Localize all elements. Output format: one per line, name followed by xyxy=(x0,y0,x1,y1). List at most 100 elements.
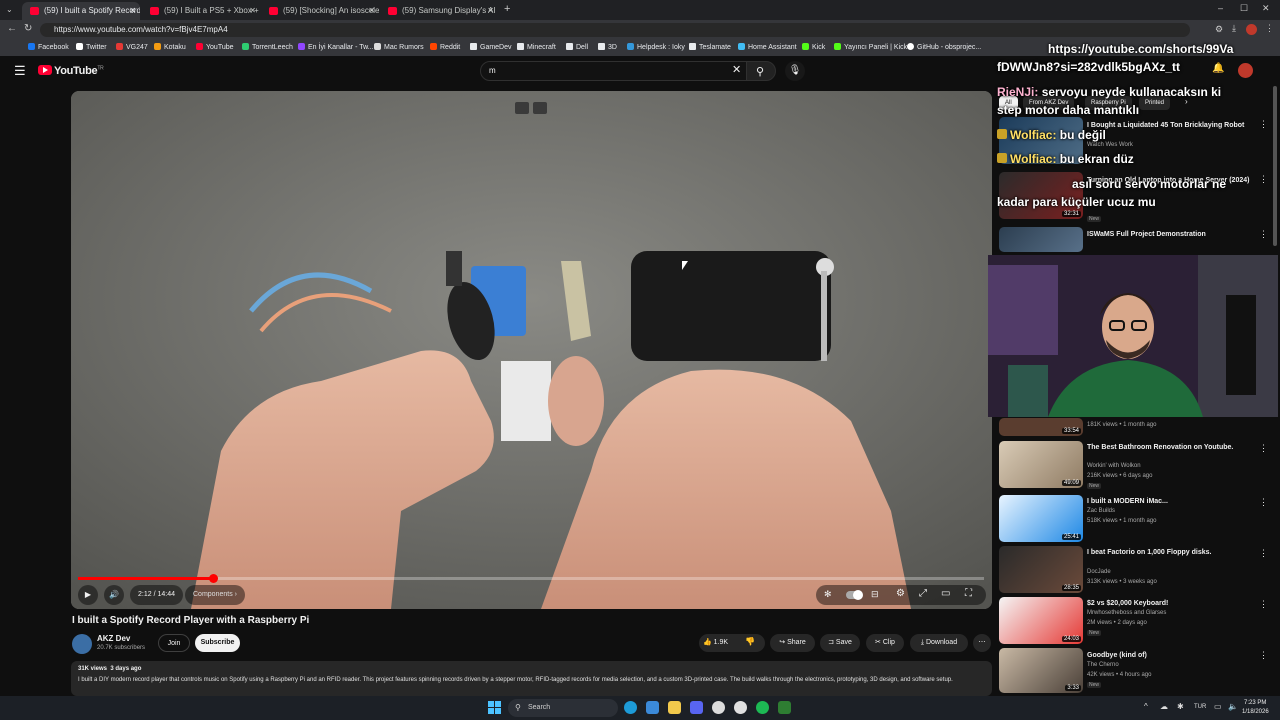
bookmark-mac-rumors[interactable]: Mac Rumors xyxy=(374,40,424,56)
ambient-icon[interactable] xyxy=(515,102,529,114)
subscribe-button[interactable]: Subscribe xyxy=(195,634,240,652)
browser-menu-icon[interactable]: ⋮ xyxy=(1265,23,1274,34)
more-actions-button[interactable]: ⋯ xyxy=(973,634,991,652)
download-icon[interactable]: ⤓ xyxy=(1232,23,1236,34)
back-icon[interactable]: ← xyxy=(7,23,17,34)
youtube-logo[interactable]: YouTubeTR xyxy=(38,65,104,77)
video-thumbnail[interactable]: 33:54 xyxy=(999,418,1083,436)
bookmark-torrentleech[interactable]: TorrentLeech xyxy=(242,40,293,56)
tab-1[interactable]: (59) I built a Spotify Record Player✕ xyxy=(22,2,140,20)
video-thumbnail[interactable] xyxy=(999,227,1083,252)
bookmark-home-assistant[interactable]: Home Assistant xyxy=(738,40,797,56)
bookmark-github[interactable]: GitHub - obsprojec... xyxy=(907,40,981,56)
video-channel[interactable]: The Cherno xyxy=(1087,661,1257,670)
tab-2[interactable]: (59) I Built a PS5 + Xbox + Switch✕ xyxy=(142,2,260,20)
more-vertical-icon[interactable]: ⋮ xyxy=(1259,119,1268,130)
settings-icon[interactable]: ⚙ xyxy=(896,588,905,599)
tray-volume-icon[interactable]: 🔈 xyxy=(1228,702,1238,711)
sidebar-video-7[interactable]: 28:35 I beat Factorio on 1,000 Floppy di… xyxy=(999,546,1274,596)
video-title[interactable]: The Best Bathroom Renovation on Youtube. xyxy=(1087,443,1257,452)
chapter-button[interactable]: Components › xyxy=(185,585,245,605)
channel-name[interactable]: AKZ Dev xyxy=(97,634,130,643)
start-button[interactable] xyxy=(488,701,502,715)
more-vertical-icon[interactable]: ⋮ xyxy=(1259,548,1268,559)
terminal-icon[interactable] xyxy=(646,701,659,714)
bookmark-vg247[interactable]: VG247 xyxy=(116,40,148,56)
stable-volume-icon[interactable]: ✻ xyxy=(824,589,832,600)
file-explorer-icon[interactable] xyxy=(668,701,681,714)
tray-display-icon[interactable]: ▭ xyxy=(1214,702,1222,711)
cast-icon[interactable] xyxy=(533,102,547,114)
bookmark-minecraft[interactable]: Minecraft xyxy=(517,40,556,56)
play-button[interactable]: ▶ xyxy=(78,585,98,605)
more-vertical-icon[interactable]: ⋮ xyxy=(1259,174,1268,185)
video-title[interactable]: I Bought a Liquidated 45 Ton Bricklaying… xyxy=(1087,121,1257,130)
bookmark-gamedev[interactable]: GameDev xyxy=(470,40,512,56)
more-vertical-icon[interactable]: ⋮ xyxy=(1259,599,1268,610)
bookmark-kick[interactable]: Kick xyxy=(802,40,825,56)
video-channel[interactable]: Workin' with Wolkon xyxy=(1087,462,1257,471)
sidebar-video-8[interactable]: 24:03 $2 vs $20,000 Keyboard! Mrwhosethe… xyxy=(999,597,1274,647)
account-avatar[interactable] xyxy=(1238,63,1253,78)
bookmark-kotaku[interactable]: Kotaku xyxy=(154,40,186,56)
new-tab-button[interactable]: + xyxy=(504,3,510,15)
tray-chevron-icon[interactable]: ^ xyxy=(1144,702,1148,711)
address-bar[interactable]: https://www.youtube.com/watch?v=fBjv4E7m… xyxy=(40,23,1190,37)
video-player[interactable]: ▶ 🔊 2:12 / 14:44 Components › ✻ ⊟ ⚙ ⤢ ▭ … xyxy=(71,91,992,609)
tab-3[interactable]: (59) [Shocking] An isosceles trian...✕ xyxy=(261,2,379,20)
progress-scrubber[interactable] xyxy=(209,574,218,583)
subtitles-icon[interactable]: ⊟ xyxy=(871,589,879,600)
like-button[interactable]: 👍 1.9K xyxy=(703,638,728,646)
video-thumbnail[interactable]: 49:09 xyxy=(999,441,1083,488)
spotify-icon[interactable] xyxy=(756,701,769,714)
bookmark-twitter[interactable]: Twitter xyxy=(76,40,107,56)
clear-search-icon[interactable]: ✕ xyxy=(732,63,741,76)
fullscreen-icon[interactable]: ⛶ xyxy=(965,588,972,599)
notifications-bell-icon[interactable]: 🔔 xyxy=(1212,63,1224,74)
video-channel[interactable]: Zac Builds xyxy=(1087,507,1257,516)
video-thumbnail[interactable]: 28:35 xyxy=(999,546,1083,593)
bookmark-en-iyi-kanallar[interactable]: En İyi Kanallar - Tw... xyxy=(298,40,374,56)
sidebar-video-5[interactable]: 49:09 The Best Bathroom Renovation on Yo… xyxy=(999,441,1274,491)
video-title[interactable]: $2 vs $20,000 Keyboard! xyxy=(1087,599,1257,608)
video-channel[interactable]: DocJade xyxy=(1087,568,1257,577)
bookmark-facebook[interactable]: Facebook xyxy=(28,40,69,56)
clock-time[interactable]: 7:23 PM xyxy=(1244,700,1266,706)
search-button[interactable]: ⚲ xyxy=(746,61,776,81)
more-vertical-icon[interactable]: ⋮ xyxy=(1259,443,1268,454)
close-tab-icon[interactable]: ✕ xyxy=(129,2,136,20)
bookmark-reddit[interactable]: Reddit xyxy=(430,40,460,56)
discord-icon[interactable] xyxy=(690,701,703,714)
video-thumbnail[interactable]: 3:33 xyxy=(999,648,1083,693)
join-button[interactable]: Join xyxy=(158,634,190,652)
taskbar-search[interactable]: ⚲ Search xyxy=(508,699,618,717)
dislike-button[interactable]: 👎 xyxy=(745,637,755,646)
voice-search-button[interactable]: 🎙 xyxy=(785,61,805,81)
obs-icon[interactable] xyxy=(712,701,725,714)
bookmark-yayinci-paneli[interactable]: Yayıncı Paneli | Kick xyxy=(834,40,907,56)
more-vertical-icon[interactable]: ⋮ xyxy=(1259,650,1268,661)
video-title[interactable]: I built a MODERN iMac... xyxy=(1087,497,1257,506)
edge-icon[interactable] xyxy=(624,701,637,714)
reload-icon[interactable]: ↻ xyxy=(24,23,32,34)
chrome-icon[interactable] xyxy=(734,701,747,714)
minimize-button[interactable]: – xyxy=(1218,3,1223,13)
autoplay-toggle[interactable] xyxy=(846,590,863,600)
save-button[interactable]: ⊐ Save xyxy=(820,634,860,652)
video-title[interactable]: I beat Factorio on 1,000 Floppy disks. xyxy=(1087,548,1257,557)
video-channel[interactable]: Mrwhosetheboss and Glarses xyxy=(1087,609,1257,618)
video-thumbnail[interactable]: 25:41 xyxy=(999,495,1083,542)
miniplayer-icon[interactable]: ⤢ xyxy=(919,588,927,599)
bookmark-teslamate[interactable]: Teslamate xyxy=(689,40,731,56)
video-title[interactable]: Goodbye (kind of) xyxy=(1087,651,1257,660)
close-tab-icon[interactable]: ✕ xyxy=(368,2,375,20)
tab-4[interactable]: (59) Samsung Display's AI Cassett...✕ xyxy=(380,2,498,20)
bookmark-3d[interactable]: 3D xyxy=(598,40,617,56)
hamburger-menu-icon[interactable]: ☰ xyxy=(14,63,26,79)
tab-search-chevron-icon[interactable]: ⌄ xyxy=(6,5,13,14)
more-vertical-icon[interactable]: ⋮ xyxy=(1259,229,1268,240)
bookmark-dell[interactable]: Dell xyxy=(566,40,588,56)
app-icon[interactable] xyxy=(778,701,791,714)
sidebar-video-6[interactable]: 25:41 I built a MODERN iMac... Zac Build… xyxy=(999,495,1274,545)
close-window-button[interactable]: ✕ xyxy=(1262,3,1270,14)
